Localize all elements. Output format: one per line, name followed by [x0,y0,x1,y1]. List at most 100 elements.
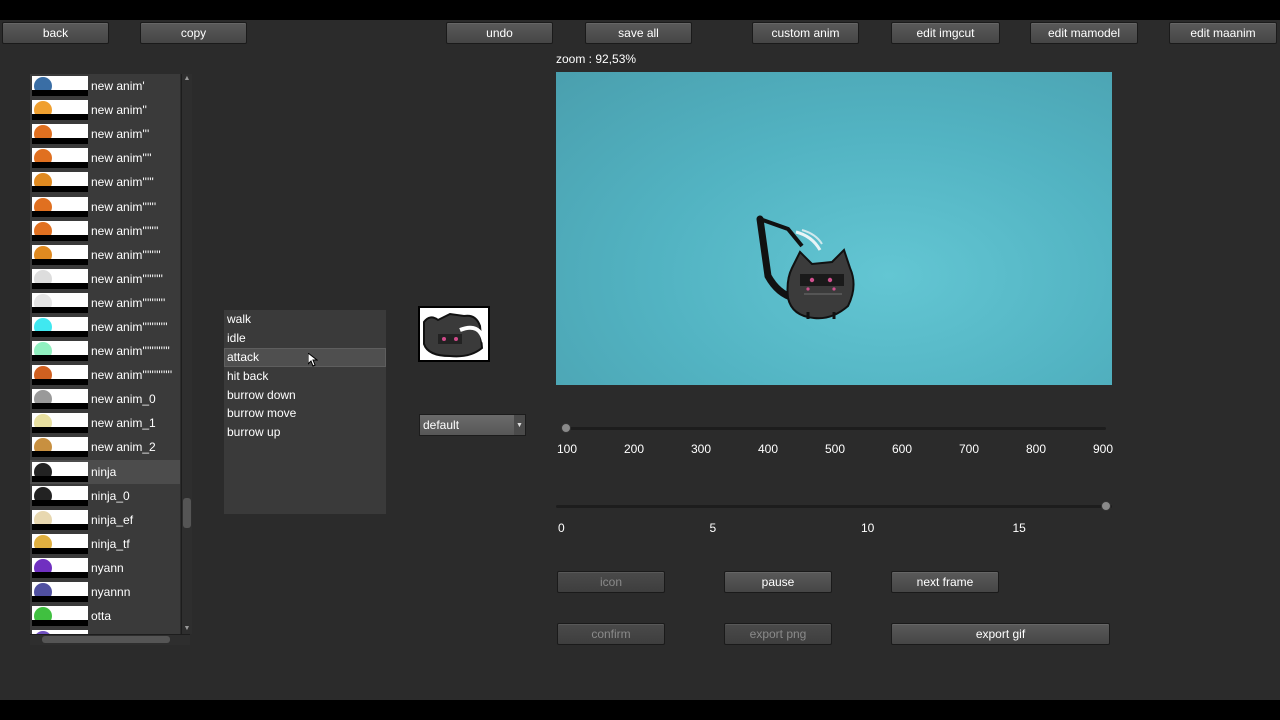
animation-list-item[interactable]: new anim_0 [30,387,180,411]
chevron-down-icon[interactable]: ▼ [514,415,525,435]
animation-list-item[interactable]: new anim'''''' [30,194,180,218]
animation-thumbnail [32,341,88,362]
icon-button[interactable]: icon [557,571,665,593]
animation-list-item[interactable]: new anim''''''''''''' [30,363,180,387]
frame-tick-label: 0 [558,521,565,535]
animation-list-item[interactable]: new anim_2 [30,435,180,459]
back-button[interactable]: back [2,22,109,44]
thumbnail-band [32,282,88,289]
animation-list-item[interactable]: new anim'''''''''''' [30,339,180,363]
animation-list-item[interactable]: nyannn [30,580,180,604]
animation-type-item[interactable]: hit back [224,367,386,386]
frame-tick-label: 5 [709,521,717,535]
animation-list-item-label: new anim_0 [91,392,156,407]
speed-tick-label: 700 [958,442,980,456]
form-select[interactable]: default ▼ [419,414,526,436]
animation-list-item[interactable]: new anim''''''' [30,219,180,243]
animation-thumbnail [32,124,88,145]
animation-thumbnail [32,557,88,578]
pause-button[interactable]: pause [724,571,832,593]
animation-list-item[interactable]: otta [30,604,180,628]
animation-thumbnail [32,316,88,337]
animation-list-item-label: new anim_1 [91,416,156,431]
horizontal-scroll-thumb[interactable] [42,636,170,643]
copy-button[interactable]: copy [140,22,247,44]
thumbnail-band [32,571,88,578]
export-gif-button[interactable]: export gif [891,623,1110,645]
animation-list-item-label: new anim'''''''' [91,247,161,262]
next-frame-button[interactable]: next frame [891,571,999,593]
animation-list-item[interactable]: new anim'''''''' [30,243,180,267]
undo-button[interactable]: undo [446,22,553,44]
save-all-button[interactable]: save all [585,22,692,44]
animation-thumbnail [32,461,88,482]
animation-list-item[interactable]: nyann [30,556,180,580]
animation-list-item[interactable]: ninja [30,459,180,484]
frame-slider-thumb[interactable] [1101,501,1112,511]
scroll-up-arrow-icon[interactable]: ▲ [183,75,191,83]
edit-mamodel-button[interactable]: edit mamodel [1030,22,1138,44]
thumbnail-band [32,162,88,169]
animation-list-item[interactable]: new anim''''' [30,170,180,194]
thumbnail-band [32,547,88,554]
animation-list-item-label: new anim' [91,79,145,94]
thumbnail-band [32,451,88,458]
animation-list-item[interactable]: new anim'' [30,98,180,122]
speed-slider-thumb[interactable] [561,423,571,433]
app-window: back copy undo save all custom anim edit… [0,20,1280,700]
animation-list-item[interactable]: new anim'''' [30,146,180,170]
animation-list-item-label: ninja [91,464,117,479]
custom-anim-button[interactable]: custom anim [752,22,859,44]
animation-list-item-label: nyann [91,560,124,575]
edit-imgcut-button[interactable]: edit imgcut [891,22,1000,44]
animation-list-item-label: new anim''''' [91,175,154,190]
animation-thumbnail [32,268,88,289]
animation-list-item[interactable]: ninja_0 [30,484,180,508]
animation-list[interactable]: new anim' new anim'' new anim''' new anim''… [30,74,180,640]
animation-thumbnail [32,606,88,627]
thumbnail-band [32,234,88,241]
edit-maanim-button[interactable]: edit maanim [1169,22,1277,44]
frame-slider-track[interactable] [556,505,1112,508]
animation-list-vertical-scrollbar[interactable]: ▲ ▼ [181,74,192,634]
confirm-button[interactable]: confirm [557,623,665,645]
animation-list-item[interactable]: ninja_ef [30,508,180,532]
speed-tick-label: 400 [757,442,779,456]
ninja-cat-sprite [756,215,855,320]
animation-list-item-label: new anim''' [91,127,150,142]
animation-type-item[interactable]: burrow down [224,386,386,405]
animation-type-list[interactable]: walk idle attack hit back burrow down burrow … [224,310,386,514]
thumbnail-band [32,330,88,337]
animation-list-item[interactable]: new anim''''''''''' [30,315,180,339]
animation-type-item[interactable]: walk [224,310,386,329]
animation-list-item[interactable]: new anim'''''''''' [30,291,180,315]
scroll-down-arrow-icon[interactable]: ▼ [183,625,191,633]
thumbnail-band [32,499,88,506]
animation-list-item-label: new anim''''''''''' [91,319,168,334]
animation-type-item[interactable]: burrow up [224,423,386,442]
animation-list-item-label: ninja_ef [91,512,134,527]
animation-thumbnail [32,244,88,265]
speed-tick-label: 200 [623,442,645,456]
animation-list-item[interactable]: new anim' [30,74,180,98]
animation-thumbnail [32,292,88,313]
vertical-scroll-thumb[interactable] [183,498,191,528]
frame-tick-label: 10 [861,521,875,535]
animation-list-item-label: new anim'''''''''''' [91,344,170,359]
export-png-button[interactable]: export png [724,623,832,645]
animation-type-item[interactable]: attack [224,347,386,367]
animation-thumbnail [32,76,88,97]
animation-list-horizontal-scrollbar[interactable] [30,634,190,645]
animation-thumbnail [32,485,88,506]
animation-thumbnail [32,437,88,458]
animation-list-item[interactable]: new anim_1 [30,411,180,435]
speed-slider-track[interactable] [564,427,1106,430]
animation-type-item[interactable]: burrow move [224,404,386,423]
unit-icon-preview [418,306,490,362]
animation-list-item[interactable]: ninja_tf [30,532,180,556]
animation-list-item[interactable]: new anim''''''''' [30,267,180,291]
animation-type-item[interactable]: idle [224,329,386,348]
animation-preview-canvas[interactable] [556,72,1112,385]
cat-icon [420,308,488,360]
animation-list-item[interactable]: new anim''' [30,122,180,146]
